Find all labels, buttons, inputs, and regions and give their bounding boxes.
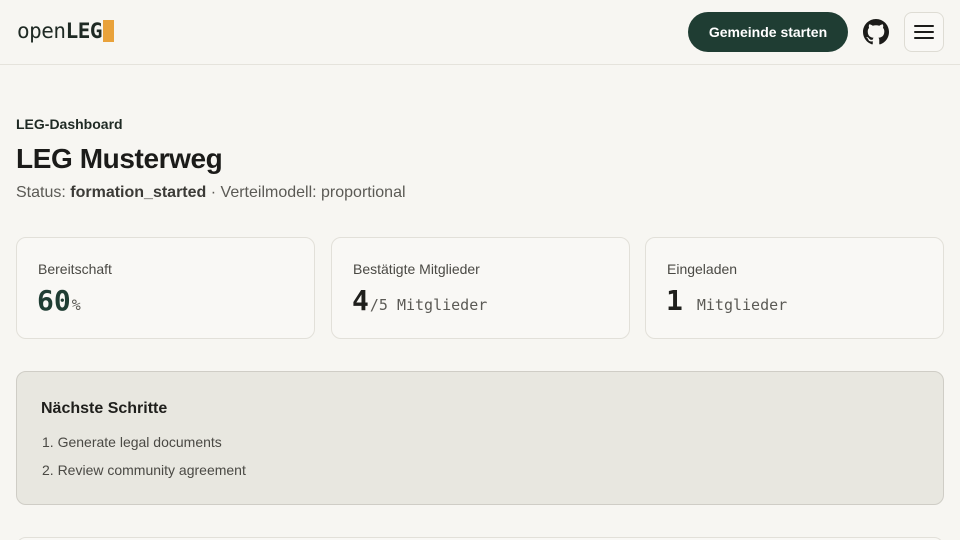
page-eyebrow: LEG-Dashboard xyxy=(16,116,123,132)
invited-members-unit: Mitglieder xyxy=(696,296,788,314)
readiness-value: 60 xyxy=(37,284,71,317)
hamburger-menu-icon xyxy=(914,25,934,39)
status-line: Status: formation_started · Verteilmodel… xyxy=(16,184,406,202)
confirmed-members-card: Bestätigte Mitglieder 4/5 Mitglieder xyxy=(331,237,630,339)
start-community-button[interactable]: Gemeinde starten xyxy=(688,12,848,52)
readiness-unit: % xyxy=(71,296,81,314)
next-steps-panel: Nächste Schritte 1. Generate legal docum… xyxy=(16,371,944,505)
logo-prefix: open xyxy=(17,19,66,43)
logo-suffix: LEG xyxy=(65,19,103,43)
invited-members-card: Eingeladen 1 Mitglieder xyxy=(645,237,944,339)
menu-button[interactable] xyxy=(904,12,944,52)
confirmed-members-value-group: 4/5 Mitglieder xyxy=(352,284,487,317)
status-separator: · xyxy=(210,184,217,201)
confirmed-members-label: Bestätigte Mitglieder xyxy=(353,261,480,277)
next-step-item: 1. Generate legal documents xyxy=(42,434,222,450)
top-header: open LEG Gemeinde starten xyxy=(0,0,960,65)
status-value: formation_started xyxy=(70,184,207,201)
confirmed-members-unit: /5 Mitglieder xyxy=(369,296,488,314)
next-steps-heading: Nächste Schritte xyxy=(41,400,168,417)
next-step-item: 2. Review community agreement xyxy=(42,462,246,478)
readiness-value-group: 60% xyxy=(37,284,81,317)
readiness-label: Bereitschaft xyxy=(38,261,112,277)
status-label: Status: xyxy=(16,184,66,201)
readiness-card: Bereitschaft 60% xyxy=(16,237,315,339)
invited-members-label: Eingeladen xyxy=(667,261,738,277)
logo[interactable]: open LEG xyxy=(17,19,115,43)
invited-members-value-group: 1 Mitglieder xyxy=(666,284,787,317)
confirmed-members-value: 4 xyxy=(352,284,369,317)
model-value: proportional xyxy=(321,184,406,201)
github-icon[interactable] xyxy=(862,18,890,46)
invited-members-value: 1 xyxy=(666,284,683,317)
logo-mark-icon xyxy=(103,20,115,42)
page-title: LEG Musterweg xyxy=(16,143,223,174)
model-label: Verteilmodell: xyxy=(220,184,317,201)
